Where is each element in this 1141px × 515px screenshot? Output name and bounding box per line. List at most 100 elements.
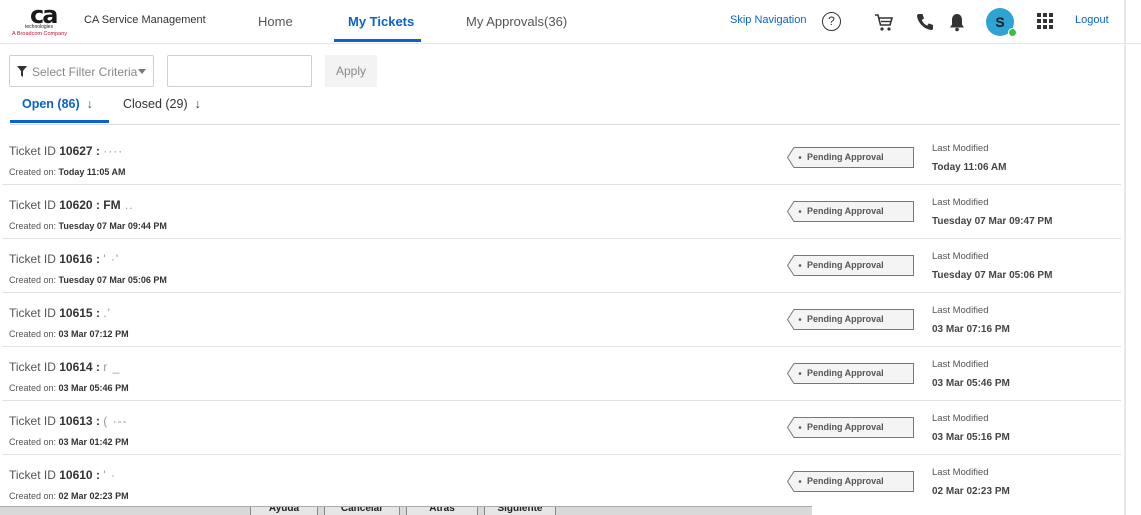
created-value: Today 11:05 AM bbox=[58, 167, 126, 177]
ticket-id-prefix: Ticket ID bbox=[9, 360, 60, 374]
last-modified-value: Tuesday 07 Mar 05:06 PM bbox=[932, 270, 1053, 281]
logout-link[interactable]: Logout bbox=[1075, 14, 1109, 26]
help-button[interactable]: Ayuda bbox=[250, 507, 318, 515]
status-text: Pending Approval bbox=[807, 260, 884, 270]
tab-open-label: Open (86) bbox=[22, 97, 80, 111]
sort-arrow-icon[interactable]: ↓ bbox=[195, 97, 201, 111]
ticket-row[interactable]: Ticket ID 10613 : ( ·-- Created on: 03 M… bbox=[2, 401, 1121, 455]
ticket-id: 10610 : bbox=[59, 468, 104, 482]
ticket-subject: r _ bbox=[103, 360, 121, 374]
ticket-id: 10616 : bbox=[59, 252, 104, 266]
filter-criteria-placeholder: Select Filter Criteria bbox=[32, 65, 138, 79]
ticket-row[interactable]: Ticket ID 10616 : ' ·' Created on: Tuesd… bbox=[2, 239, 1121, 293]
created-label: Created on: bbox=[9, 221, 59, 231]
ticket-title[interactable]: Ticket ID 10614 : r _ bbox=[9, 360, 120, 374]
ticket-created: Created on: 03 Mar 07:12 PM bbox=[9, 329, 129, 339]
status-text: Pending Approval bbox=[807, 368, 884, 378]
ticket-title[interactable]: Ticket ID 10610 : ' · bbox=[9, 468, 116, 482]
help-icon[interactable]: ? bbox=[822, 12, 841, 31]
bell-icon[interactable] bbox=[946, 11, 968, 33]
created-label: Created on: bbox=[9, 437, 59, 447]
online-status-dot bbox=[1008, 28, 1017, 37]
tab-closed[interactable]: Closed (29) ↓ bbox=[123, 97, 201, 111]
phone-icon[interactable] bbox=[914, 11, 936, 33]
ticket-created: Created on: 03 Mar 01:42 PM bbox=[9, 437, 129, 447]
status-text: Pending Approval bbox=[807, 476, 884, 486]
filter-criteria-select[interactable]: Select Filter Criteria bbox=[9, 55, 154, 87]
ticket-id: 10614 : bbox=[59, 360, 104, 374]
ticket-row[interactable]: Ticket ID 10627 : ···· Created on: Today… bbox=[2, 131, 1121, 185]
last-modified-label: Last Modified bbox=[932, 197, 989, 208]
created-value: 03 Mar 07:12 PM bbox=[58, 329, 129, 339]
tab-divider bbox=[10, 124, 1120, 125]
status-badge: Pending Approval bbox=[787, 363, 914, 384]
ticket-subject: .. bbox=[120, 198, 134, 212]
status-text: Pending Approval bbox=[807, 314, 884, 324]
status-badge: Pending Approval bbox=[787, 255, 914, 276]
scrollbar-track[interactable] bbox=[1124, 0, 1126, 515]
ticket-title[interactable]: Ticket ID 10615 : .' bbox=[9, 306, 111, 320]
ticket-row[interactable]: Ticket ID 10620 : FM .. Created on: Tues… bbox=[2, 185, 1121, 239]
logo-mark: ca bbox=[30, 1, 58, 29]
ticket-id-prefix: Ticket ID bbox=[9, 144, 60, 158]
status-badge: Pending Approval bbox=[787, 309, 914, 330]
status-text: Pending Approval bbox=[807, 422, 884, 432]
chevron-down-icon bbox=[138, 69, 146, 74]
ticket-title[interactable]: Ticket ID 10620 : FM .. bbox=[9, 198, 134, 212]
created-value: 03 Mar 05:46 PM bbox=[58, 383, 129, 393]
created-label: Created on: bbox=[9, 275, 59, 285]
back-button[interactable]: Atrás bbox=[406, 507, 478, 515]
logo-broadcom-text: A Broadcom Company bbox=[12, 31, 68, 37]
status-badge: Pending Approval bbox=[787, 201, 914, 222]
filter-value-input[interactable] bbox=[167, 55, 312, 87]
wizard-button-strip: Ayuda Cancelar Atrás Siguiente bbox=[0, 506, 812, 515]
ticket-row[interactable]: Ticket ID 10610 : ' · Created on: 02 Mar… bbox=[2, 455, 1121, 509]
ticket-subject: ( ·-- bbox=[103, 414, 128, 428]
tab-open[interactable]: Open (86) ↓ bbox=[22, 97, 93, 111]
created-label: Created on: bbox=[9, 491, 59, 501]
skip-navigation-link[interactable]: Skip Navigation bbox=[730, 14, 806, 26]
nav-my-approvals[interactable]: My Approvals(36) bbox=[466, 14, 567, 29]
apply-button[interactable]: Apply bbox=[325, 55, 377, 87]
last-modified-label: Last Modified bbox=[932, 251, 989, 262]
ticket-list: Ticket ID 10627 : ···· Created on: Today… bbox=[0, 131, 1121, 509]
nav-home[interactable]: Home bbox=[258, 14, 293, 29]
ticket-subject: ' ·' bbox=[103, 252, 120, 266]
ticket-id-prefix: Ticket ID bbox=[9, 306, 60, 320]
ticket-row[interactable]: Ticket ID 10614 : r _ Created on: 03 Mar… bbox=[2, 347, 1121, 401]
status-badge: Pending Approval bbox=[787, 471, 914, 492]
created-value: 03 Mar 01:42 PM bbox=[58, 437, 129, 447]
ticket-title[interactable]: Ticket ID 10616 : ' ·' bbox=[9, 252, 119, 266]
ticket-id-prefix: Ticket ID bbox=[9, 468, 60, 482]
ticket-row[interactable]: Ticket ID 10615 : .' Created on: 03 Mar … bbox=[2, 293, 1121, 347]
cart-icon[interactable] bbox=[873, 11, 895, 33]
cancel-button[interactable]: Cancelar bbox=[324, 507, 400, 515]
filter-funnel-icon bbox=[17, 66, 27, 77]
last-modified-label: Last Modified bbox=[932, 467, 989, 478]
sort-arrow-icon[interactable]: ↓ bbox=[87, 97, 93, 111]
ticket-title[interactable]: Ticket ID 10627 : ···· bbox=[9, 144, 123, 158]
status-badge: Pending Approval bbox=[787, 147, 914, 168]
apps-grid-icon[interactable] bbox=[1036, 12, 1054, 30]
tab-closed-label: Closed (29) bbox=[123, 97, 188, 111]
created-label: Created on: bbox=[9, 383, 59, 393]
last-modified-value: 03 Mar 05:46 PM bbox=[932, 378, 1010, 389]
status-text: Pending Approval bbox=[807, 206, 884, 216]
top-header: ca technologies A Broadcom Company CA Se… bbox=[0, 0, 1141, 44]
last-modified-value: 03 Mar 07:16 PM bbox=[932, 324, 1010, 335]
nav-my-tickets[interactable]: My Tickets bbox=[348, 14, 414, 29]
last-modified-label: Last Modified bbox=[932, 359, 989, 370]
ticket-title[interactable]: Ticket ID 10613 : ( ·-- bbox=[9, 414, 128, 428]
status-badge: Pending Approval bbox=[787, 417, 914, 438]
ticket-id: 10615 : bbox=[59, 306, 104, 320]
ticket-id-prefix: Ticket ID bbox=[9, 198, 60, 212]
created-label: Created on: bbox=[9, 167, 59, 177]
created-value: Tuesday 07 Mar 05:06 PM bbox=[58, 275, 167, 285]
ticket-created: Created on: Tuesday 07 Mar 05:06 PM bbox=[9, 275, 167, 285]
ca-logo[interactable]: ca technologies A Broadcom Company bbox=[12, 1, 72, 38]
created-label: Created on: bbox=[9, 329, 59, 339]
ticket-subject: ···· bbox=[103, 144, 124, 158]
next-button[interactable]: Siguiente bbox=[484, 507, 556, 515]
logo-technologies-text: technologies bbox=[25, 24, 54, 30]
ticket-id: 10620 : FM bbox=[59, 198, 121, 212]
